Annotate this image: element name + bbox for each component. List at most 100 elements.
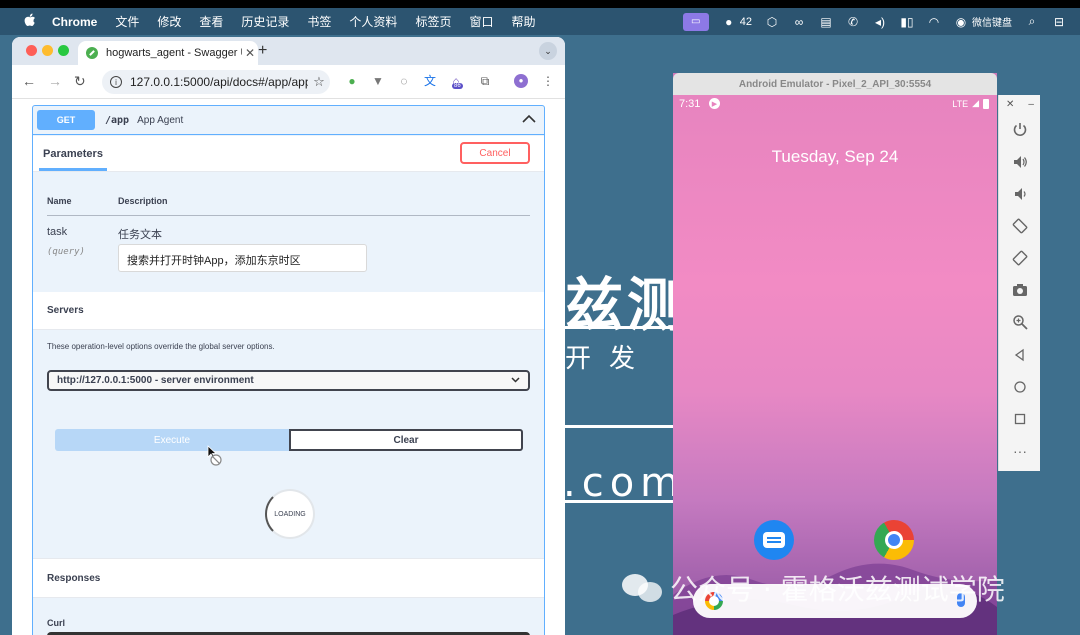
loading-spinner: LOADING	[265, 489, 315, 539]
apple-menu-icon[interactable]	[24, 13, 42, 30]
profile-avatar[interactable]: ●	[514, 74, 528, 88]
phone-icon[interactable]: ✆	[846, 15, 860, 29]
android-home-screen[interactable]: 7:31 ▶ LTE ◢ Tuesday, Sep 24	[673, 95, 997, 635]
forward-arrow-icon[interactable]: →	[48, 73, 62, 89]
menubar-view[interactable]: 查看	[199, 13, 223, 30]
battery-icon	[983, 98, 989, 109]
wallpaper-divider	[565, 425, 680, 428]
side-toolbar-window-controls: ✕ –	[999, 99, 1041, 110]
more-menu-icon[interactable]: ⋮	[541, 74, 555, 88]
maximize-window-button[interactable]	[58, 45, 69, 56]
input-method-status[interactable]: ◉ 微信键盘	[954, 14, 1012, 30]
screen-share-icon[interactable]: ▭	[682, 12, 709, 31]
wechat-count: 42	[739, 15, 752, 28]
input-method-icon: ◉	[955, 14, 967, 29]
servers-title: Servers	[47, 305, 84, 316]
reload-icon[interactable]: ↻	[74, 73, 86, 90]
menubar-edit[interactable]: 修改	[157, 13, 181, 30]
emulator-title-bar[interactable]: Android Emulator - Pixel_2_API_30:5554	[673, 73, 997, 95]
menubar-profiles[interactable]: 个人资料	[349, 13, 397, 30]
power-icon[interactable]	[999, 119, 1041, 141]
servers-header: Servers	[33, 292, 544, 330]
rotate-right-icon[interactable]	[999, 247, 1041, 269]
loading-label: LOADING	[274, 510, 306, 518]
column-header-description: Description	[118, 196, 168, 206]
server-select[interactable]: http://127.0.0.1:5000 - server environme…	[47, 370, 530, 391]
new-tab-icon[interactable]: +	[258, 42, 267, 60]
play-notification-icon: ▶	[709, 98, 720, 109]
param-name: task	[47, 226, 68, 238]
messages-app-icon[interactable]	[754, 520, 794, 560]
volume-icon[interactable]: ◂)	[873, 15, 887, 29]
wallpaper-subtitle-text: 开发	[565, 344, 654, 374]
overview-square-icon[interactable]	[999, 408, 1041, 430]
glasses-icon[interactable]: ∞	[792, 15, 806, 29]
menubar-tabs[interactable]: 标签页	[415, 13, 451, 30]
extension-badge-count: 86	[452, 83, 463, 89]
http-method-badge: GET	[37, 110, 95, 130]
extension-vue-icon[interactable]: ▼	[371, 74, 385, 88]
param-location: (query)	[47, 247, 85, 257]
volume-down-icon[interactable]	[999, 183, 1041, 205]
back-arrow-icon[interactable]: ←	[22, 73, 36, 89]
operation-block-get-app: GET /app App Agent Parameters Cancel Nam…	[32, 105, 545, 635]
menubar-help[interactable]: 帮助	[511, 13, 535, 30]
wechat-watermark-icon	[622, 572, 664, 604]
execute-button[interactable]: Execute	[55, 429, 289, 451]
back-triangle-icon[interactable]	[999, 344, 1041, 366]
wechat-status[interactable]: ● 42	[722, 15, 752, 29]
parameters-header: Parameters Cancel	[33, 136, 544, 172]
zoom-icon[interactable]	[999, 311, 1041, 333]
cancel-button[interactable]: Cancel	[460, 142, 530, 164]
control-center-icon[interactable]: ⊟	[1052, 15, 1066, 29]
battery-icon[interactable]: ▮▯	[900, 15, 914, 29]
menubar-bookmarks[interactable]: 书签	[307, 13, 331, 30]
close-icon[interactable]: ✕	[1006, 99, 1014, 110]
swagger-favicon-icon	[86, 47, 98, 59]
rotate-left-icon[interactable]	[999, 215, 1041, 237]
operation-summary[interactable]: GET /app App Agent	[33, 106, 544, 135]
chevron-down-icon	[511, 375, 520, 385]
tab-search-chevron-icon[interactable]: ⌄	[539, 42, 557, 60]
wallpaper-divider	[565, 326, 680, 329]
menubar-file[interactable]: 文件	[115, 13, 139, 30]
more-options-icon[interactable]: ···	[999, 440, 1041, 462]
bookmark-star-icon[interactable]: ☆	[308, 74, 330, 90]
cube-icon[interactable]: ⬡	[765, 15, 779, 29]
param-description: 任务文本	[118, 229, 162, 241]
chrome-app-icon[interactable]	[874, 520, 914, 560]
address-bar[interactable]: i 127.0.0.1:5000/api/docs#/app/app_agent…	[102, 70, 330, 94]
minimize-window-button[interactable]	[42, 45, 53, 56]
parameters-table: Name Description task (query) 任务文本 搜索并打开…	[33, 172, 544, 292]
server-selected-value: http://127.0.0.1:5000 - server environme…	[57, 375, 254, 386]
translate-icon[interactable]: 文	[423, 74, 437, 88]
extension-cookie-icon[interactable]: ◌	[397, 74, 411, 88]
menubar-history[interactable]: 历史记录	[241, 13, 289, 30]
wifi-icon[interactable]: ◠	[927, 15, 941, 29]
watermark-text: 公众号 · 霍格沃兹测试学院	[670, 573, 1005, 606]
menubar-app-name[interactable]: Chrome	[52, 15, 97, 29]
browser-toolbar: ← → ↻ i 127.0.0.1:5000/api/docs#/app/app…	[12, 65, 565, 99]
tab-parameters[interactable]: Parameters	[43, 148, 103, 160]
home-circle-icon[interactable]	[999, 376, 1041, 398]
volume-up-icon[interactable]	[999, 151, 1041, 173]
address-url: 127.0.0.1:5000/api/docs#/app/app_agent	[130, 75, 308, 89]
close-window-button[interactable]	[26, 45, 37, 56]
chrome-window: hogwarts_agent - Swagger UI ✕ + ⌄ ← → ↻ …	[12, 37, 565, 635]
extension-green-icon[interactable]: ●	[345, 74, 359, 88]
keyboard-icon[interactable]: ▤	[819, 15, 833, 29]
site-info-icon[interactable]: i	[110, 76, 122, 88]
collapse-chevron-up-icon[interactable]	[522, 112, 536, 127]
table-header-divider	[47, 215, 530, 216]
task-input[interactable]: 搜索并打开时钟App，添加东京时区	[118, 244, 367, 272]
extensions-puzzle-icon[interactable]: ⧉	[478, 74, 492, 88]
close-tab-icon[interactable]: ✕	[242, 46, 258, 60]
camera-icon[interactable]	[999, 279, 1041, 301]
menubar-window[interactable]: 窗口	[469, 13, 493, 30]
spotlight-search-icon[interactable]: ⌕	[1025, 14, 1039, 29]
column-header-name: Name	[47, 196, 72, 206]
clear-button[interactable]: Clear	[289, 429, 523, 451]
browser-tab-swagger[interactable]: hogwarts_agent - Swagger UI ✕	[78, 41, 258, 65]
status-bar-time: 7:31	[679, 98, 701, 110]
minimize-icon[interactable]: –	[1028, 99, 1034, 110]
